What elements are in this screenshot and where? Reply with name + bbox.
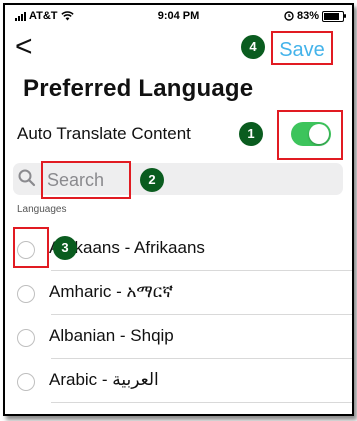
annotation-badge: 1: [239, 122, 263, 146]
save-button[interactable]: Save: [271, 31, 333, 65]
search-icon: [18, 169, 36, 187]
language-label: Arabic - العربية: [49, 370, 159, 389]
toggle-highlight: [277, 110, 343, 160]
radio-button[interactable]: [17, 329, 35, 347]
page-title: Preferred Language: [23, 75, 254, 102]
toggle-knob: [309, 124, 329, 144]
language-label: Albanian - Shqip: [49, 326, 174, 345]
language-label: Amharic - አማርኛ: [49, 282, 174, 301]
annotation-badge: 2: [140, 168, 164, 192]
search-input[interactable]: [43, 163, 129, 197]
battery-icon: [322, 10, 346, 22]
status-bar: AT&T 9:04 PM 83%: [5, 5, 352, 27]
section-header: Languages: [17, 204, 67, 215]
battery-fill: [324, 12, 339, 20]
annotation-badge: 4: [241, 35, 265, 59]
battery-percent: 83%: [296, 10, 319, 22]
radio-highlight: [13, 227, 49, 268]
status-right: 83%: [284, 10, 346, 22]
language-row[interactable]: Arabic - العربية: [5, 359, 352, 403]
auto-translate-toggle[interactable]: [291, 122, 331, 146]
back-button[interactable]: <: [15, 32, 33, 62]
auto-translate-label: Auto Translate Content: [17, 124, 191, 143]
search-highlight: [41, 161, 131, 199]
alarm-icon: [284, 11, 294, 21]
radio-button[interactable]: [17, 285, 35, 303]
radio-button[interactable]: [17, 373, 35, 391]
language-row[interactable]: Albanian - Shqip: [5, 315, 352, 359]
divider: [51, 402, 352, 403]
language-row[interactable]: Amharic - አማርኛ: [5, 271, 352, 315]
annotation-badge: 3: [53, 236, 77, 260]
phone-screen: AT&T 9:04 PM 83% < Save Preferred Langua…: [3, 3, 354, 416]
